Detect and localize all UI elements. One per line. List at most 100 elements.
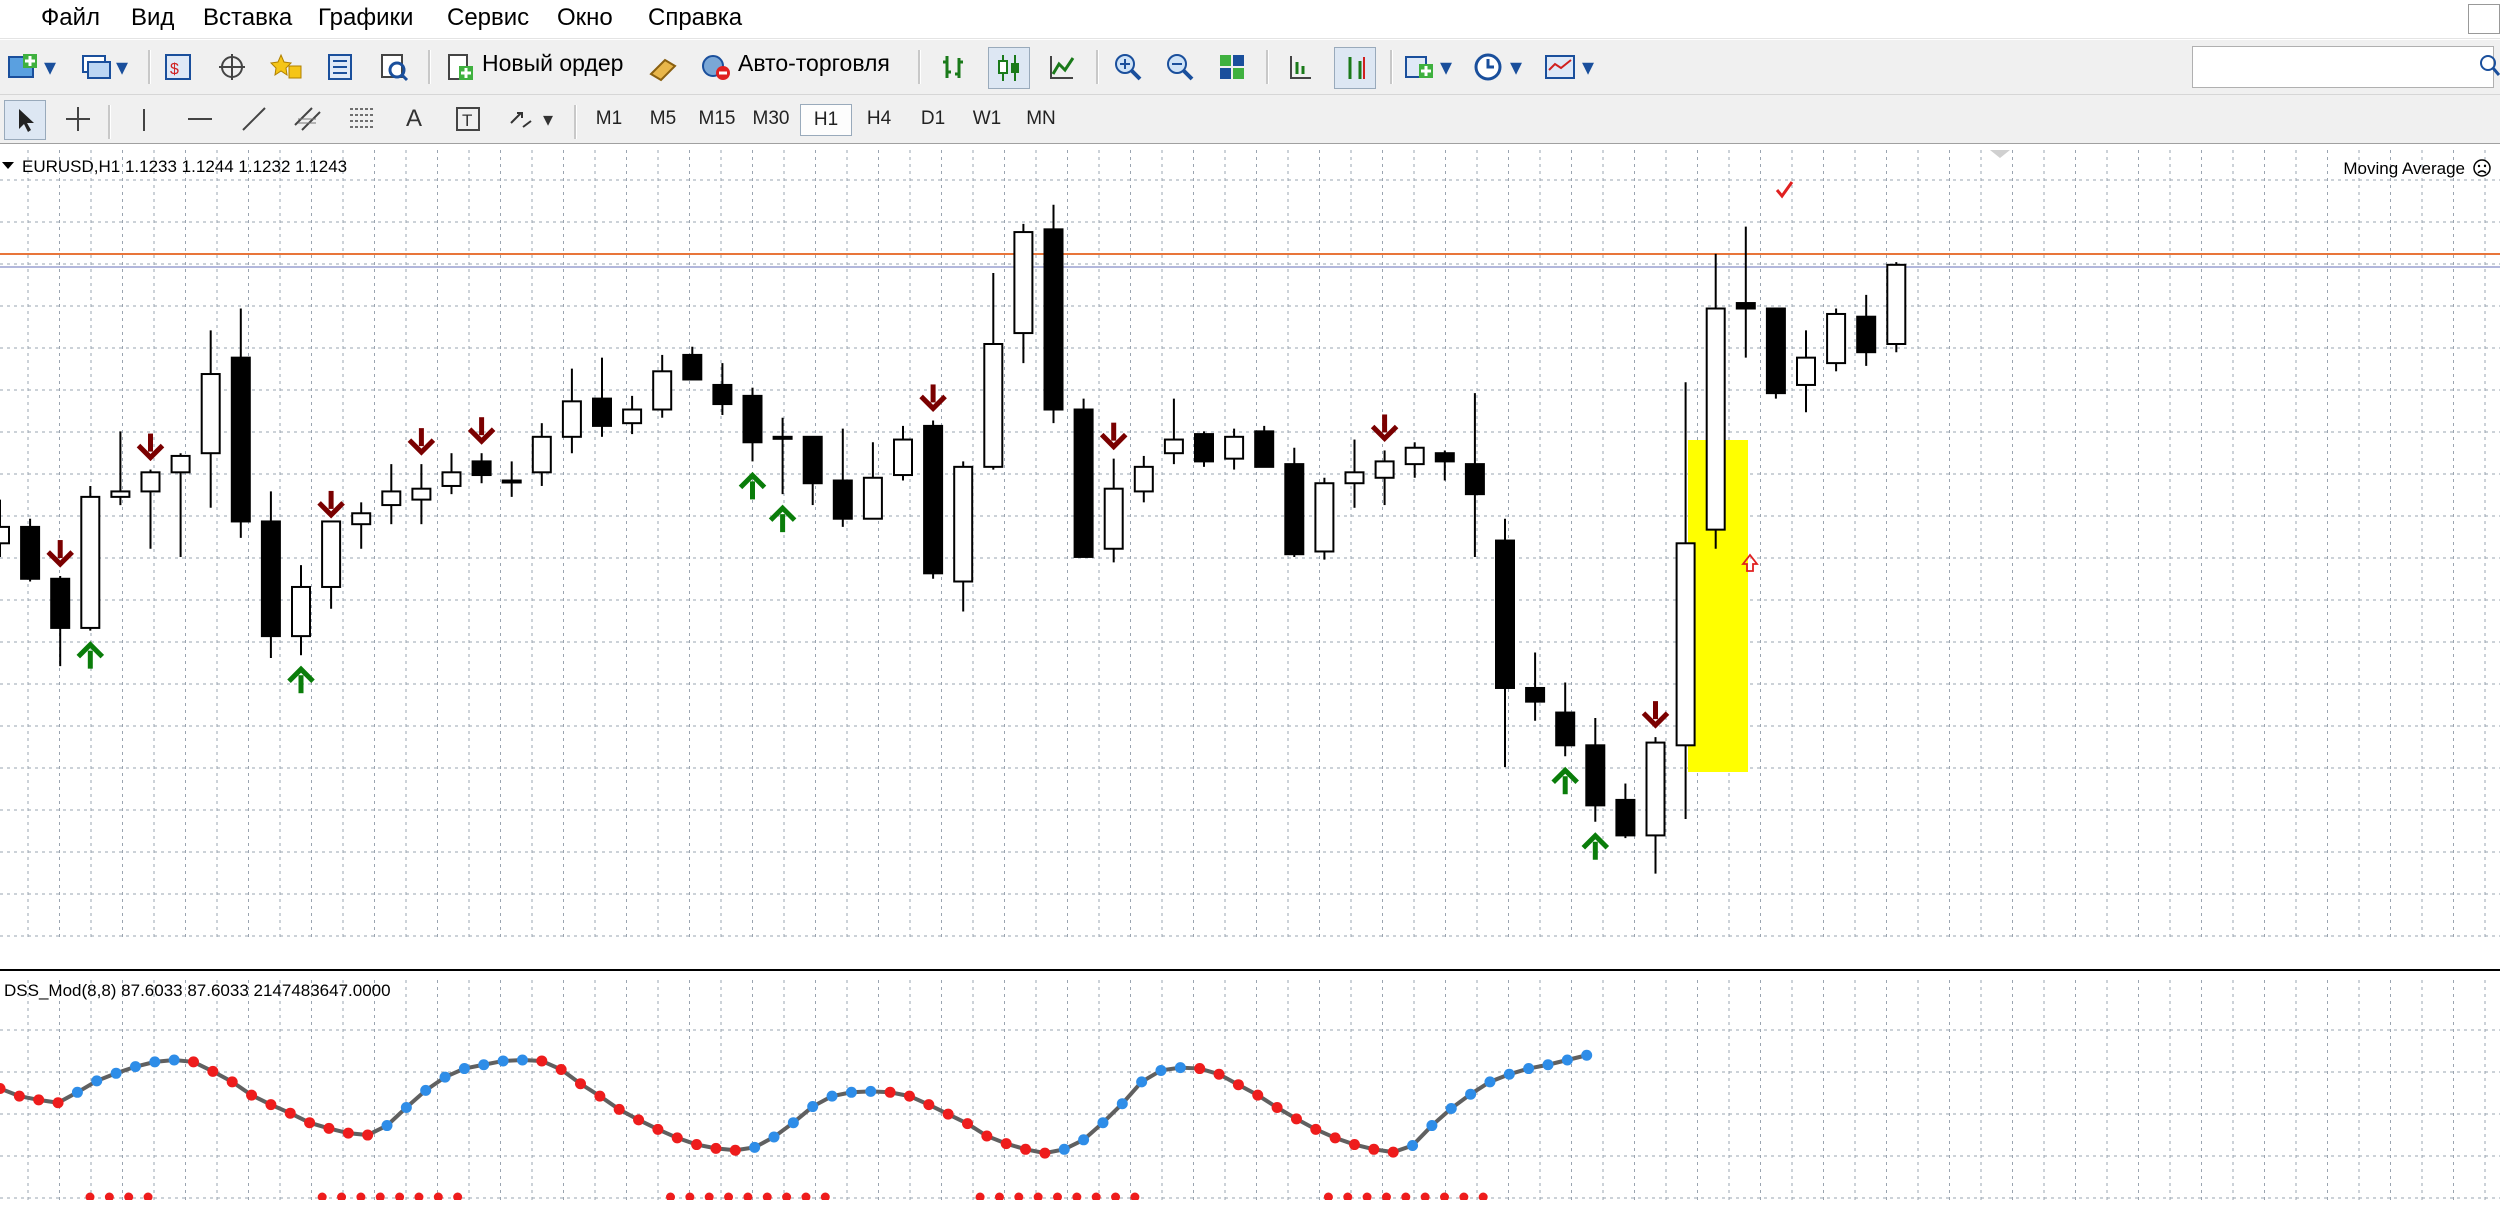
vertical-line-icon[interactable] — [124, 100, 164, 138]
menu-bar: Файл Вид Вставка Графики Сервис Окно Спр… — [0, 0, 2500, 39]
dss-point — [458, 1063, 470, 1075]
menu-help[interactable]: Справка — [648, 4, 742, 32]
dss-point — [129, 1061, 141, 1073]
text-icon[interactable]: A — [394, 100, 434, 138]
new-chart-icon[interactable] — [4, 47, 44, 87]
new-order-icon[interactable] — [440, 47, 480, 87]
periods-icon[interactable] — [1468, 47, 1508, 87]
profiles-icon[interactable] — [76, 47, 116, 87]
arrows-dropdown-icon[interactable]: ▾ — [538, 100, 558, 138]
candle — [321, 520, 342, 588]
dss-point — [226, 1076, 238, 1088]
new-chart-dropdown-icon[interactable]: ▾ — [40, 47, 60, 87]
autoscroll-icon[interactable] — [1280, 47, 1320, 87]
candle — [1675, 542, 1696, 747]
dss-point — [265, 1099, 277, 1111]
timeframe-mn[interactable]: MN — [1016, 104, 1066, 134]
chart-menu-triangle-icon[interactable] — [2, 162, 14, 169]
candle — [1163, 438, 1184, 455]
candle — [260, 520, 281, 638]
templates-icon[interactable] — [1540, 47, 1580, 87]
zoom-in-icon[interactable] — [1108, 47, 1148, 87]
data-window-icon[interactable] — [320, 47, 360, 87]
dss-signal-dot — [724, 1192, 734, 1202]
templates-dropdown-icon[interactable]: ▾ — [1578, 47, 1598, 87]
candle — [1796, 356, 1816, 386]
dss-signal-dot — [1111, 1192, 1121, 1202]
text-label-icon[interactable]: T — [448, 100, 488, 138]
timeframe-m15[interactable]: M15 — [692, 104, 742, 134]
search-icon[interactable] — [2478, 47, 2500, 87]
timeframe-h4[interactable]: H4 — [854, 104, 904, 134]
dss-point — [826, 1090, 838, 1102]
trendline-icon[interactable] — [234, 100, 274, 138]
dss-signal-dot — [1014, 1192, 1024, 1202]
signals-icon[interactable] — [644, 47, 684, 87]
dss-point — [1561, 1054, 1573, 1066]
candle — [1826, 312, 1847, 365]
candles-layer — [0, 204, 1907, 874]
dss-signal-dot — [666, 1192, 675, 1202]
new-order-button[interactable]: Новый ордер — [482, 50, 623, 77]
indicators-icon[interactable] — [1400, 47, 1440, 87]
timeframe-h1[interactable]: H1 — [800, 104, 852, 136]
cursor-icon[interactable] — [4, 100, 46, 140]
menu-charts[interactable]: Графики — [318, 4, 413, 32]
line-chart-icon[interactable] — [1042, 47, 1082, 87]
chart-canvas[interactable]: EURUSD,H1 1.1233 1.1244 1.1232 1.1243 Mo… — [0, 150, 2500, 1202]
timeframe-m5[interactable]: M5 — [638, 104, 688, 134]
dss-point — [575, 1078, 586, 1090]
zoom-out-icon[interactable] — [1160, 47, 1200, 87]
menu-window[interactable]: Окно — [557, 4, 613, 32]
menu-tools[interactable]: Сервис — [447, 4, 529, 32]
candle — [471, 460, 492, 477]
candle — [923, 424, 944, 575]
dss-point — [962, 1118, 973, 1130]
crosshair-icon[interactable] — [58, 100, 98, 138]
candle — [983, 343, 1004, 468]
chart-shift-icon[interactable] — [1334, 47, 1376, 89]
chart-window[interactable]: EURUSD,H1 1.1233 1.1244 1.1232 1.1243 Mo… — [0, 150, 2500, 1202]
candle — [140, 471, 161, 493]
candle — [0, 525, 10, 545]
horizontal-line-icon[interactable] — [180, 100, 220, 138]
restore-window-icon[interactable] — [2468, 4, 2500, 34]
tile-windows-icon[interactable] — [1212, 47, 1252, 87]
arrows-icon[interactable] — [502, 100, 542, 138]
market-watch-icon[interactable]: $ — [158, 47, 198, 87]
favorites-icon[interactable] — [266, 47, 306, 87]
candle — [1434, 452, 1455, 463]
indicator-face-icon[interactable] — [2473, 159, 2491, 177]
candlestick-icon[interactable] — [988, 47, 1030, 89]
auto-trading-icon[interactable] — [696, 47, 736, 87]
candle — [1073, 408, 1094, 558]
candle — [862, 476, 883, 520]
timeframe-m1[interactable]: M1 — [584, 104, 634, 134]
candle — [501, 479, 522, 484]
dss-signal-dot — [104, 1192, 114, 1202]
dss-point — [1078, 1134, 1090, 1146]
auto-trading-button[interactable]: Авто-торговля — [738, 50, 890, 77]
timeframe-d1[interactable]: D1 — [908, 104, 958, 134]
fibonacci-icon[interactable] — [342, 100, 382, 138]
timeframe-m30[interactable]: M30 — [746, 104, 796, 134]
search-input[interactable] — [2192, 46, 2494, 88]
menu-insert[interactable]: Вставка — [203, 4, 292, 32]
profiles-dropdown-icon[interactable]: ▾ — [112, 47, 132, 87]
candle — [712, 383, 733, 406]
dss-point — [1542, 1059, 1554, 1071]
menu-file[interactable]: Файл — [41, 4, 100, 32]
dss-point — [1116, 1098, 1128, 1110]
bar-chart-icon[interactable] — [934, 47, 974, 87]
candle — [1856, 315, 1877, 354]
dss-point — [981, 1130, 993, 1142]
timeframe-w1[interactable]: W1 — [962, 104, 1012, 134]
dss-point — [13, 1090, 25, 1102]
navigator-icon[interactable] — [212, 47, 252, 87]
dss-point — [729, 1144, 741, 1156]
terminal-icon[interactable] — [374, 47, 414, 87]
equidistant-channel-icon[interactable] — [288, 100, 328, 138]
menu-view[interactable]: Вид — [131, 4, 174, 32]
periods-dropdown-icon[interactable]: ▾ — [1506, 47, 1526, 87]
indicators-dropdown-icon[interactable]: ▾ — [1436, 47, 1456, 87]
